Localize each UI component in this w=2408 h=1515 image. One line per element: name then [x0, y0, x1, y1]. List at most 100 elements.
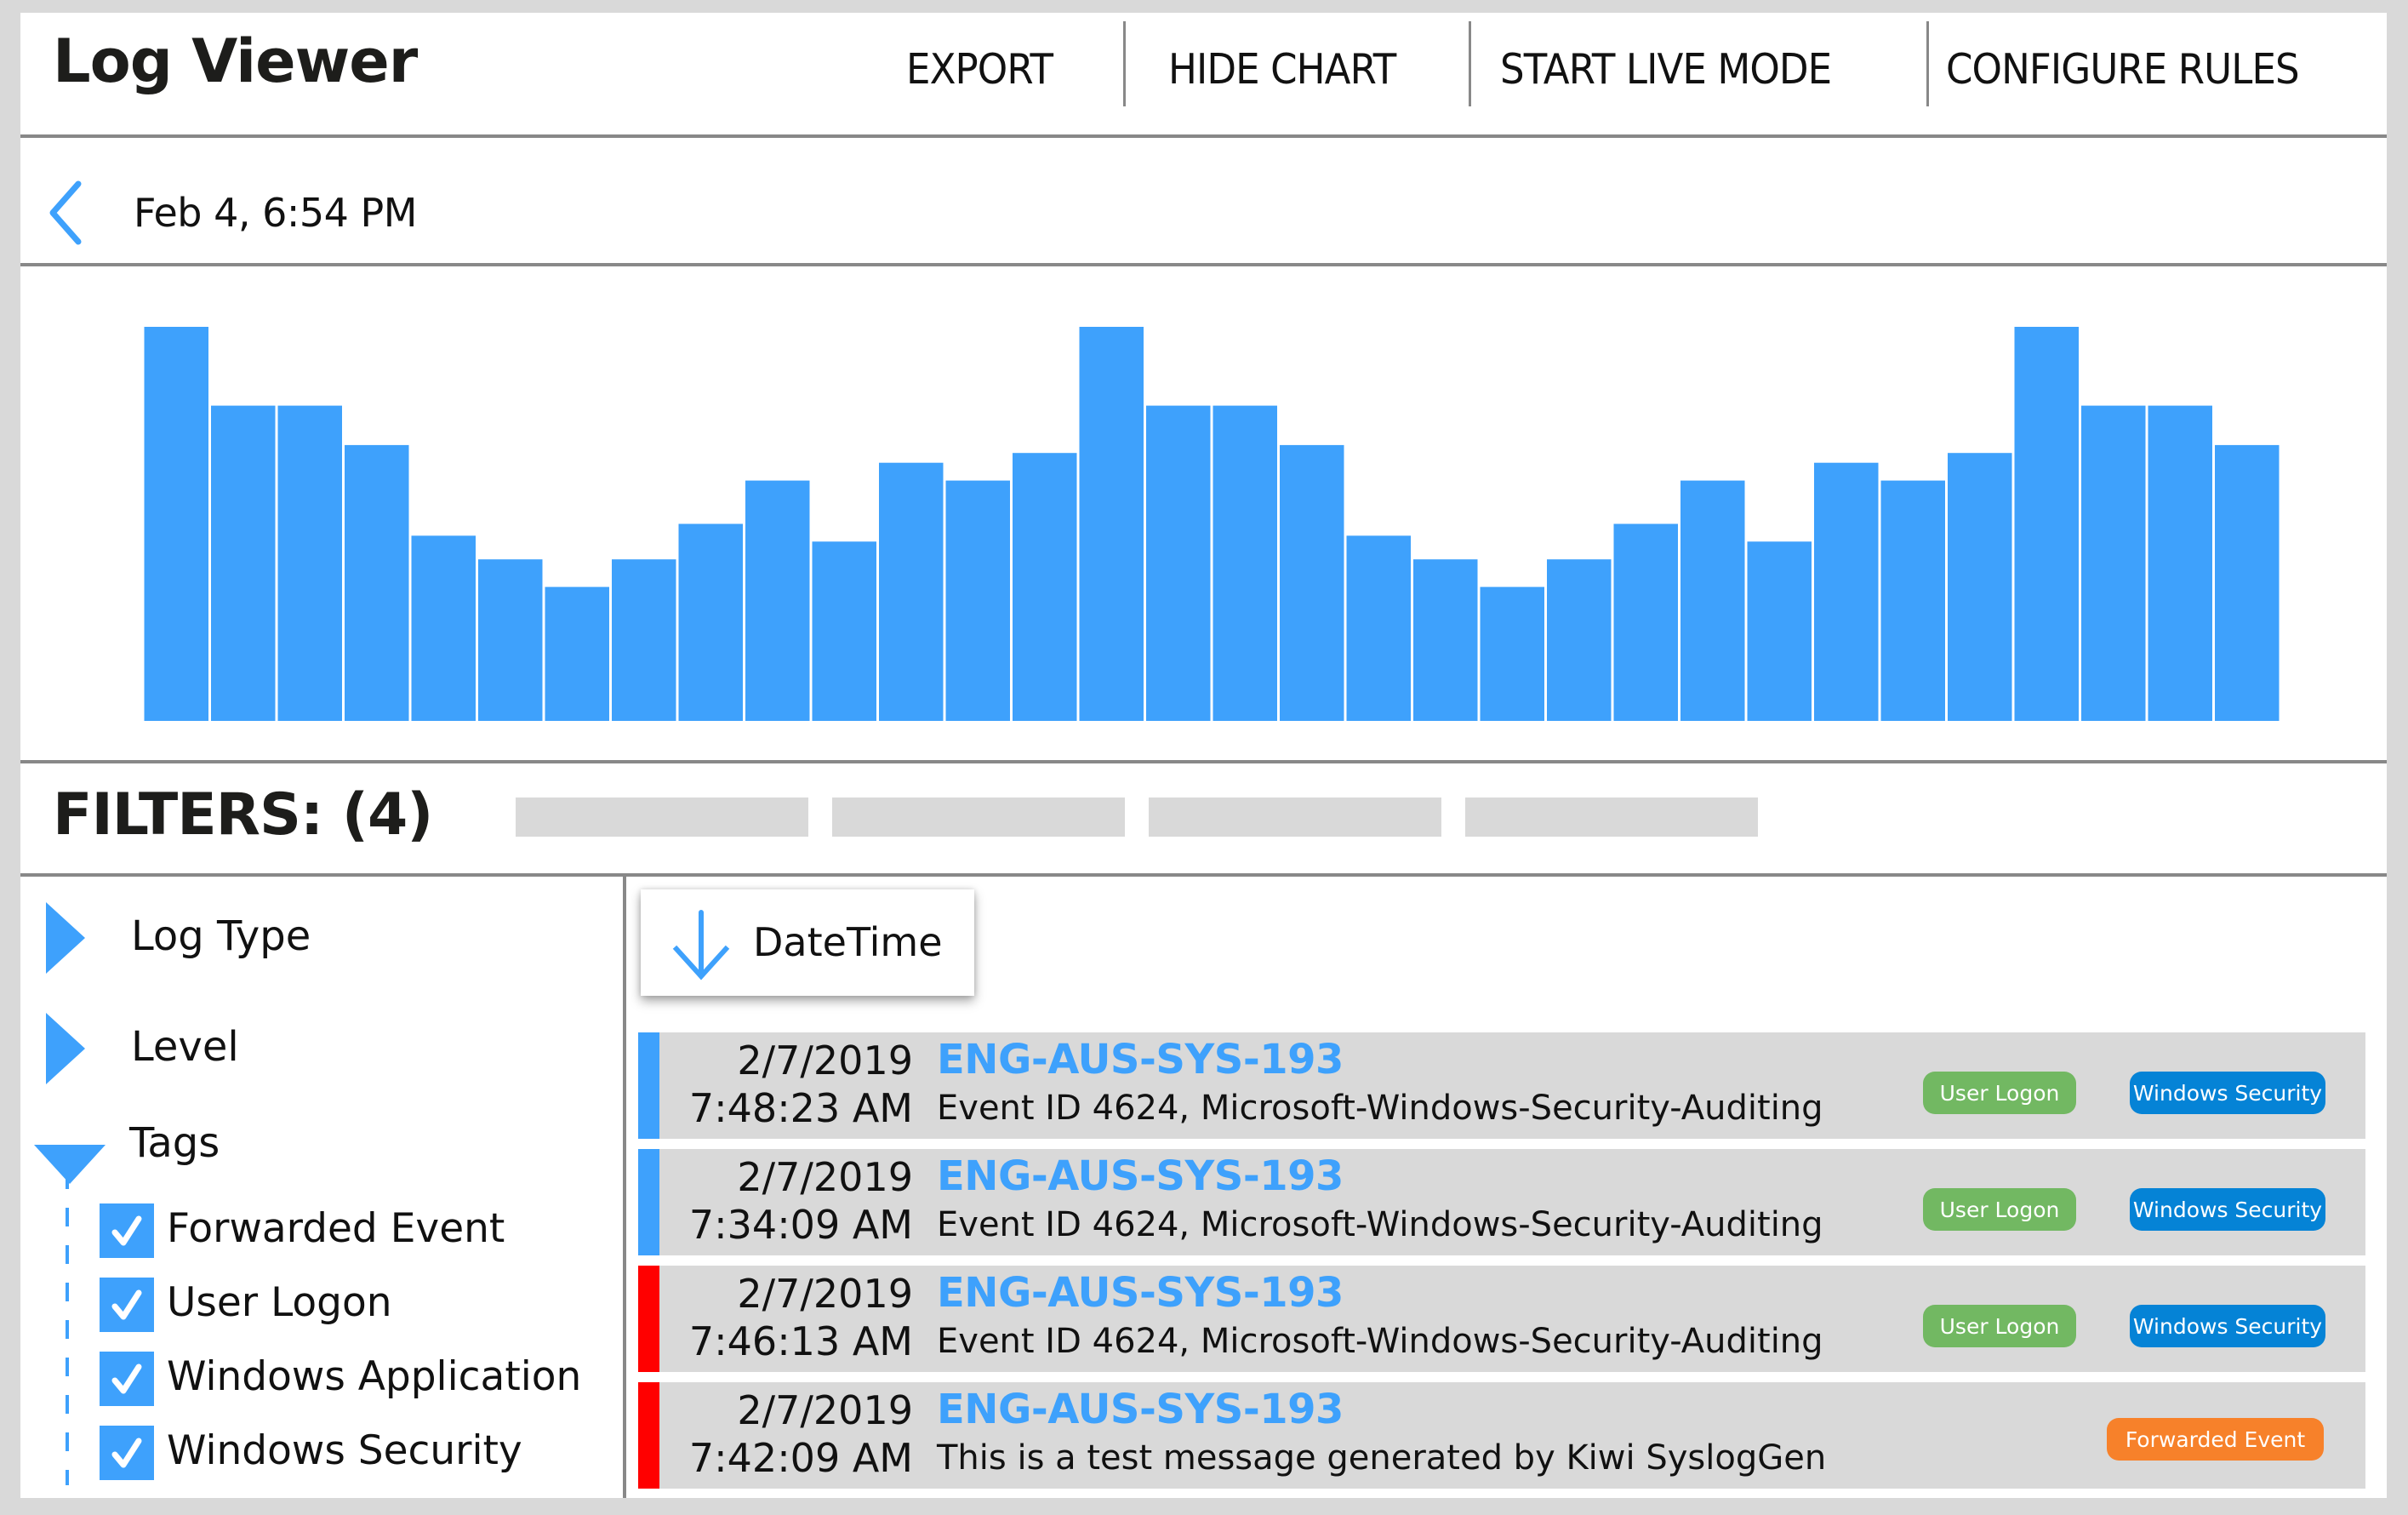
log-time: 7:46:13 AM: [688, 1318, 913, 1364]
nav-divider: [1123, 21, 1126, 106]
header-divider: [20, 134, 2387, 138]
tag-badge[interactable]: User Logon: [1923, 1072, 2076, 1114]
chart-bar[interactable]: [277, 405, 343, 721]
chart-bar[interactable]: [411, 535, 476, 721]
filter-chip[interactable]: [832, 798, 1125, 837]
export-button[interactable]: EXPORT: [906, 45, 1053, 94]
chevron-left-icon: [49, 180, 82, 245]
checkbox[interactable]: [100, 1203, 154, 1258]
app-window: Log Viewer EXPORT HIDE CHART START LIVE …: [20, 13, 2387, 1498]
sort-datetime-button[interactable]: DateTime: [641, 889, 974, 996]
chart-bar[interactable]: [1013, 453, 1077, 721]
caret-down-icon: [34, 1145, 106, 1184]
chart-bar[interactable]: [478, 559, 543, 721]
chart-bar[interactable]: [1146, 405, 1211, 721]
sort-label: DateTime: [753, 919, 943, 965]
level-indicator: [638, 1032, 659, 1139]
panel-divider: [623, 875, 626, 1498]
chart-bar[interactable]: [879, 462, 944, 721]
chart-bar[interactable]: [345, 444, 409, 721]
chart-bar[interactable]: [1079, 327, 1144, 721]
chart-bar[interactable]: [1680, 480, 1745, 721]
log-time: 7:48:23 AM: [688, 1085, 913, 1131]
checkbox[interactable]: [100, 1352, 154, 1406]
tag-badge[interactable]: Forwarded Event: [2107, 1418, 2324, 1461]
filter-group-label: Tags: [129, 1119, 220, 1167]
log-message: Event ID 4624, Microsoft-Windows-Securit…: [937, 1205, 1823, 1244]
log-date: 2/7/2019: [737, 1038, 913, 1083]
chart-bar[interactable]: [545, 586, 610, 721]
filters-title: FILTERS: (4): [53, 781, 433, 849]
chart-bar[interactable]: [1547, 559, 1612, 721]
tag-filter-label: Windows Application: [167, 1353, 582, 1400]
chart-bar[interactable]: [1413, 559, 1478, 721]
log-host-link[interactable]: ENG-AUS-SYS-193: [937, 1269, 1344, 1317]
caret-right-icon: [46, 1013, 85, 1084]
chart-bar[interactable]: [745, 480, 810, 721]
chart-bar[interactable]: [2014, 327, 2080, 721]
checkmark-icon: [111, 1438, 142, 1468]
chart-bar[interactable]: [2081, 405, 2146, 721]
log-row[interactable]: 2/7/2019 7:46:13 AM ENG-AUS-SYS-193 Even…: [638, 1266, 2365, 1372]
level-indicator: [638, 1266, 659, 1372]
level-indicator: [638, 1149, 659, 1255]
log-message: This is a test message generated by Kiwi…: [937, 1438, 1827, 1478]
filter-chip[interactable]: [1149, 798, 1441, 837]
chart-bar[interactable]: [1948, 453, 2012, 721]
filter-chip[interactable]: [1465, 798, 1758, 837]
chart-bar[interactable]: [144, 327, 209, 721]
log-host-link[interactable]: ENG-AUS-SYS-193: [937, 1386, 1344, 1433]
tag-badge[interactable]: User Logon: [1923, 1188, 2076, 1231]
log-volume-chart: [144, 327, 2280, 722]
chart-bar[interactable]: [678, 523, 744, 722]
tag-filter-label: User Logon: [167, 1279, 392, 1326]
chart-bar[interactable]: [812, 541, 877, 721]
chart-bar[interactable]: [211, 405, 276, 721]
log-row[interactable]: 2/7/2019 7:42:09 AM ENG-AUS-SYS-193 This…: [638, 1382, 2365, 1489]
log-time: 7:42:09 AM: [688, 1435, 913, 1481]
log-message: Event ID 4624, Microsoft-Windows-Securit…: [937, 1322, 1823, 1361]
tag-badge[interactable]: User Logon: [1923, 1305, 2076, 1347]
chart-divider: [20, 760, 2387, 763]
current-date-label: Feb 4, 6:54 PM: [134, 190, 417, 236]
start-live-mode-button[interactable]: START LIVE MODE: [1500, 45, 1832, 94]
log-time: 7:34:09 AM: [688, 1202, 913, 1248]
chart-bar[interactable]: [1880, 480, 1946, 721]
chart-bar[interactable]: [2148, 405, 2213, 721]
tree-guide-line: [66, 1170, 69, 1485]
tag-filter-label: Windows Security: [167, 1427, 522, 1474]
chart-bar[interactable]: [2215, 444, 2280, 721]
tag-badge[interactable]: Windows Security: [2130, 1188, 2325, 1231]
chart-bar[interactable]: [945, 480, 1011, 721]
nav-divider: [1469, 21, 1471, 106]
chart-bar[interactable]: [1814, 462, 1879, 721]
log-host-link[interactable]: ENG-AUS-SYS-193: [937, 1152, 1344, 1200]
log-row[interactable]: 2/7/2019 7:34:09 AM ENG-AUS-SYS-193 Even…: [638, 1149, 2365, 1255]
chart-bar[interactable]: [1346, 535, 1412, 721]
filter-chip[interactable]: [516, 798, 808, 837]
tag-badge[interactable]: Windows Security: [2130, 1305, 2325, 1347]
checkmark-icon: [111, 1364, 142, 1394]
log-date: 2/7/2019: [737, 1154, 913, 1200]
log-date: 2/7/2019: [737, 1271, 913, 1317]
log-host-link[interactable]: ENG-AUS-SYS-193: [937, 1036, 1344, 1083]
app-title: Log Viewer: [53, 26, 418, 96]
checkmark-icon: [111, 1289, 142, 1320]
caret-right-icon: [46, 902, 85, 974]
chart-bar[interactable]: [1280, 444, 1344, 721]
checkbox[interactable]: [100, 1426, 154, 1480]
log-row[interactable]: 2/7/2019 7:48:23 AM ENG-AUS-SYS-193 Even…: [638, 1032, 2365, 1139]
back-button[interactable]: [46, 179, 88, 247]
chart-bar[interactable]: [1480, 586, 1545, 721]
configure-rules-button[interactable]: CONFIGURE RULES: [1946, 45, 2300, 94]
chart-bar[interactable]: [1213, 405, 1278, 721]
chart-bar[interactable]: [1747, 541, 1812, 721]
arrow-down-icon: [672, 910, 730, 980]
chart-bar[interactable]: [1613, 523, 1679, 722]
tag-filter-label: Forwarded Event: [167, 1205, 505, 1252]
checkbox[interactable]: [100, 1278, 154, 1332]
hide-chart-button[interactable]: HIDE CHART: [1168, 45, 1396, 94]
filter-group-label: Level: [131, 1023, 239, 1071]
tag-badge[interactable]: Windows Security: [2130, 1072, 2325, 1114]
chart-bar[interactable]: [612, 559, 676, 721]
